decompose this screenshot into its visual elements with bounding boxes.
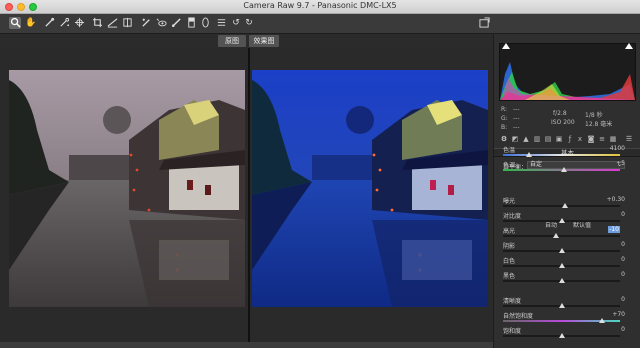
slider-track[interactable] bbox=[503, 235, 620, 237]
slider-thumb[interactable] bbox=[558, 303, 565, 308]
r-value: --- bbox=[513, 106, 520, 113]
slider-6[interactable]: 阴影 0 bbox=[494, 241, 640, 257]
presets-tab-icon[interactable]: ≡ bbox=[598, 135, 606, 143]
rotate-right-icon[interactable]: ↻ bbox=[243, 17, 255, 29]
slider-thumb[interactable] bbox=[599, 318, 606, 323]
slider-7[interactable]: 白色 0 bbox=[494, 256, 640, 272]
slider-value[interactable]: +70 bbox=[595, 311, 625, 318]
slider-label: 阴影 bbox=[503, 243, 516, 250]
slider-label: 清晰度 bbox=[503, 298, 522, 305]
slider-label: 白色 bbox=[503, 258, 516, 265]
before-image bbox=[9, 70, 245, 307]
slider-value[interactable]: 0 bbox=[595, 211, 625, 218]
slider-1[interactable]: 色温 4100 bbox=[494, 145, 640, 161]
slider-label: 高光 bbox=[503, 228, 516, 235]
slider-10[interactable]: 自然饱和度 +70 bbox=[494, 311, 640, 327]
slider-2[interactable]: 色调 +5 bbox=[494, 160, 640, 176]
status-bar bbox=[0, 342, 493, 348]
slider-3[interactable]: 曝光 +0.30 bbox=[494, 196, 640, 212]
slider-thumb[interactable] bbox=[525, 152, 532, 157]
spot-removal-tool-icon[interactable] bbox=[140, 17, 152, 29]
slider-value[interactable]: 0 bbox=[595, 271, 625, 278]
slider-value[interactable]: -10 bbox=[608, 226, 620, 233]
slider-4[interactable]: 对比度 0 bbox=[494, 211, 640, 227]
slider-thumb[interactable] bbox=[558, 278, 565, 283]
graduated-filter-icon[interactable] bbox=[185, 17, 197, 29]
before-view-label[interactable]: 原图 bbox=[218, 35, 246, 47]
g-label: G: bbox=[501, 115, 508, 122]
targeted-adjustment-tool-icon[interactable] bbox=[73, 17, 85, 29]
shadow-clipping-warning-icon[interactable] bbox=[502, 43, 510, 49]
slider-label: 自然饱和度 bbox=[503, 313, 534, 320]
b-value: --- bbox=[513, 124, 520, 131]
slider-label: 色调 bbox=[503, 162, 516, 169]
slider-track[interactable] bbox=[503, 154, 620, 156]
adjustments-panel: R: --- G: --- B: --- f/2.8 1/8 秒 ISO 200… bbox=[493, 34, 640, 348]
histogram bbox=[499, 43, 636, 101]
adjustment-brush-icon[interactable] bbox=[170, 17, 182, 29]
panel-menu-icon[interactable]: ☰ bbox=[625, 135, 633, 143]
slider-thumb[interactable] bbox=[558, 333, 565, 338]
slider-value[interactable]: +5 bbox=[595, 160, 625, 167]
slider-label: 黑色 bbox=[503, 273, 516, 280]
camera-calibration-tab-icon[interactable]: ◙ bbox=[587, 135, 595, 143]
rotate-left-icon[interactable]: ↺ bbox=[230, 17, 242, 29]
slider-value[interactable]: 4100 bbox=[595, 145, 625, 152]
after-view-label[interactable]: 效果图 bbox=[249, 35, 279, 47]
zoom-tool-icon[interactable] bbox=[9, 17, 21, 29]
slider-value[interactable]: +0.30 bbox=[595, 196, 625, 203]
slider-value[interactable]: 0 bbox=[595, 241, 625, 248]
r-label: R: bbox=[501, 106, 508, 113]
slider-value[interactable]: 0 bbox=[595, 326, 625, 333]
straighten-tool-icon[interactable] bbox=[106, 17, 118, 29]
slider-label: 对比度 bbox=[503, 213, 522, 220]
slider-thumb[interactable] bbox=[558, 218, 565, 223]
snapshots-tab-icon[interactable]: ▦ bbox=[609, 135, 617, 143]
before-after-divider bbox=[248, 48, 250, 342]
slider-label: 曝光 bbox=[503, 198, 516, 205]
slider-thumb[interactable] bbox=[560, 167, 567, 172]
slider-5[interactable]: 高光 -10 bbox=[494, 226, 640, 242]
white-balance-tool-icon[interactable] bbox=[43, 17, 55, 29]
b-label: B: bbox=[501, 124, 508, 131]
shutter-value: 1/8 秒 bbox=[585, 112, 603, 119]
window-title: Camera Raw 9.7 - Panasonic DMC-LX5 bbox=[243, 1, 397, 10]
hand-tool-icon[interactable]: ✋ bbox=[25, 17, 37, 29]
g-value: --- bbox=[513, 115, 520, 122]
after-image bbox=[252, 70, 488, 307]
panel-tabs: ⚙ ◩ ▲ ▥ ▤ ▣ ƒ x ◙ ≡ ▦ ☰ bbox=[499, 135, 636, 145]
tone-curve-tab-icon[interactable]: ◩ bbox=[511, 135, 519, 143]
radial-filter-icon[interactable] bbox=[199, 17, 211, 29]
slider-8[interactable]: 黑色 0 bbox=[494, 271, 640, 287]
slider-thumb[interactable] bbox=[562, 203, 568, 208]
effects-tab-icon[interactable]: ƒ bbox=[566, 135, 574, 143]
red-eye-tool-icon[interactable] bbox=[155, 17, 167, 29]
hsl-tab-icon[interactable]: ▥ bbox=[533, 135, 541, 143]
split-toning-tab-icon[interactable]: ▤ bbox=[544, 135, 552, 143]
slider-label: 色温 bbox=[503, 147, 516, 154]
crop-tool-icon[interactable] bbox=[91, 17, 103, 29]
detail-tab-icon[interactable]: ▲ bbox=[522, 135, 530, 143]
toolbar: ✋ ↺ ↻ bbox=[0, 14, 640, 34]
color-sampler-tool-icon[interactable] bbox=[58, 17, 70, 29]
aperture-value: f/2.8 bbox=[553, 110, 567, 117]
slider-9[interactable]: 清晰度 0 bbox=[494, 296, 640, 312]
focal-length-value: 12.8 毫米 bbox=[585, 121, 613, 128]
lens-corrections-tab-icon[interactable]: ▣ bbox=[555, 135, 563, 143]
iso-value: ISO 200 bbox=[551, 119, 575, 126]
slider-value[interactable]: 0 bbox=[595, 256, 625, 263]
basic-tab-icon[interactable]: ⚙ bbox=[500, 135, 508, 143]
transform-tool-icon[interactable] bbox=[121, 17, 133, 29]
open-preferences-icon[interactable] bbox=[215, 17, 227, 29]
slider-value[interactable]: 0 bbox=[595, 296, 625, 303]
slider-thumb[interactable] bbox=[558, 263, 565, 268]
slider-thumb[interactable] bbox=[558, 248, 565, 253]
slider-thumb[interactable] bbox=[552, 233, 559, 238]
highlight-clipping-warning-icon[interactable] bbox=[625, 43, 633, 49]
fx-tab-icon[interactable]: x bbox=[576, 135, 584, 143]
slider-label: 饱和度 bbox=[503, 328, 522, 335]
full-screen-icon[interactable] bbox=[478, 17, 490, 29]
slider-11[interactable]: 饱和度 0 bbox=[494, 326, 640, 342]
title-bar: Camera Raw 9.7 - Panasonic DMC-LX5 bbox=[0, 0, 640, 14]
